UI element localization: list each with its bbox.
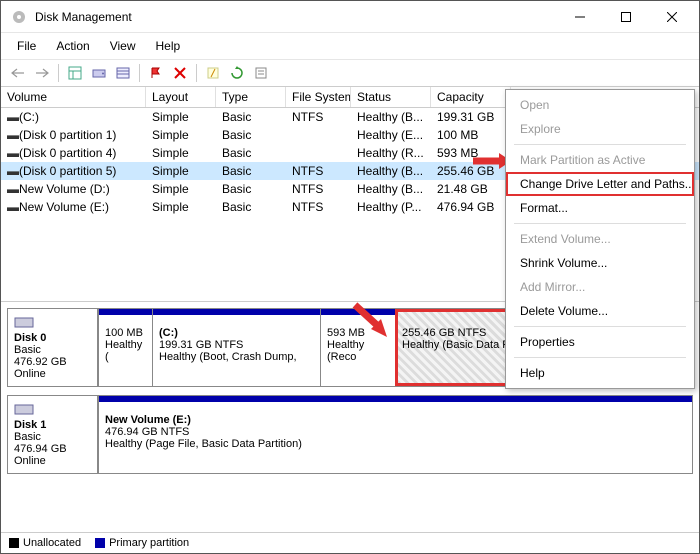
disk-row[interactable]: Disk 1Basic476.94 GBOnlineNew Volume (E:… — [7, 395, 693, 474]
cell: Simple — [146, 162, 216, 180]
minimize-button[interactable] — [557, 2, 603, 32]
toolbar-wizard-icon[interactable] — [202, 62, 224, 84]
cell: ▬(Disk 0 partition 4) — [1, 144, 146, 162]
ctx-format[interactable]: Format... — [506, 196, 694, 220]
cell: Simple — [146, 126, 216, 144]
back-button[interactable] — [7, 62, 29, 84]
cell: Basic — [216, 198, 286, 216]
window-title: Disk Management — [35, 10, 557, 24]
toolbar-properties-icon[interactable] — [250, 62, 272, 84]
toolbar-drive-icon[interactable] — [88, 62, 110, 84]
cell: Healthy (B... — [351, 180, 431, 198]
context-menu: Open Explore Mark Partition as Active Ch… — [505, 89, 695, 389]
cell: 255.46 GB — [431, 162, 511, 180]
cell: ▬(Disk 0 partition 5) — [1, 162, 146, 180]
toolbar-flag-icon[interactable] — [145, 62, 167, 84]
cell: ▬New Volume (E:) — [1, 198, 146, 216]
ctx-properties[interactable]: Properties — [506, 330, 694, 354]
disk-info: Disk 1Basic476.94 GBOnline — [8, 396, 98, 473]
cell: Basic — [216, 126, 286, 144]
cell: ▬(C:) — [1, 108, 146, 126]
app-icon — [11, 9, 27, 25]
toolbar — [1, 60, 699, 87]
col-type[interactable]: Type — [216, 87, 286, 107]
col-status[interactable]: Status — [351, 87, 431, 107]
disk-info: Disk 0Basic476.92 GBOnline — [8, 309, 98, 386]
forward-button[interactable] — [31, 62, 53, 84]
cell: Healthy (B... — [351, 162, 431, 180]
cell: ▬(Disk 0 partition 1) — [1, 126, 146, 144]
legend: Unallocated Primary partition — [1, 532, 699, 553]
cell: Basic — [216, 108, 286, 126]
col-capacity[interactable]: Capacity — [431, 87, 511, 107]
cell: Simple — [146, 144, 216, 162]
ctx-shrink[interactable]: Shrink Volume... — [506, 251, 694, 275]
toolbar-delete-icon[interactable] — [169, 62, 191, 84]
cell: Simple — [146, 108, 216, 126]
toolbar-list-icon[interactable] — [112, 62, 134, 84]
cell: 21.48 GB — [431, 180, 511, 198]
cell: Basic — [216, 144, 286, 162]
cell: ▬New Volume (D:) — [1, 180, 146, 198]
col-volume[interactable]: Volume — [1, 87, 146, 107]
window: Disk Management File Action View Help Vo… — [0, 0, 700, 554]
ctx-extend[interactable]: Extend Volume... — [506, 227, 694, 251]
menu-view[interactable]: View — [100, 35, 146, 57]
maximize-button[interactable] — [603, 2, 649, 32]
cell — [286, 126, 351, 144]
cell: NTFS — [286, 180, 351, 198]
titlebar: Disk Management — [1, 1, 699, 33]
cell: 100 MB — [431, 126, 511, 144]
cell: Simple — [146, 180, 216, 198]
cell: Healthy (P... — [351, 198, 431, 216]
partition[interactable]: New Volume (E:)476.94 GB NTFSHealthy (Pa… — [98, 396, 692, 473]
cell: 476.94 GB — [431, 198, 511, 216]
menubar: File Action View Help — [1, 33, 699, 60]
window-controls — [557, 2, 695, 32]
cell: Basic — [216, 162, 286, 180]
ctx-delete[interactable]: Delete Volume... — [506, 299, 694, 323]
ctx-open[interactable]: Open — [506, 93, 694, 117]
cell: NTFS — [286, 108, 351, 126]
ctx-change-letter[interactable]: Change Drive Letter and Paths... — [506, 172, 694, 196]
cell: Basic — [216, 180, 286, 198]
ctx-add-mirror[interactable]: Add Mirror... — [506, 275, 694, 299]
legend-primary: Primary partition — [109, 537, 189, 549]
cell: Simple — [146, 198, 216, 216]
partition[interactable]: 100 MBHealthy ( — [98, 309, 152, 386]
disk-partitions: New Volume (E:)476.94 GB NTFSHealthy (Pa… — [98, 396, 692, 473]
cell: 593 MB — [431, 144, 511, 162]
ctx-explore[interactable]: Explore — [506, 117, 694, 141]
toolbar-layout-icon[interactable] — [64, 62, 86, 84]
cell — [286, 144, 351, 162]
cell: NTFS — [286, 198, 351, 216]
partition[interactable]: (C:)199.31 GB NTFSHealthy (Boot, Crash D… — [152, 309, 320, 386]
cell: NTFS — [286, 162, 351, 180]
col-fs[interactable]: File System — [286, 87, 351, 107]
cell: Healthy (B... — [351, 108, 431, 126]
menu-help[interactable]: Help — [146, 35, 191, 57]
menu-action[interactable]: Action — [46, 35, 99, 57]
col-layout[interactable]: Layout — [146, 87, 216, 107]
cell: Healthy (E... — [351, 126, 431, 144]
menu-file[interactable]: File — [7, 35, 46, 57]
toolbar-refresh-icon[interactable] — [226, 62, 248, 84]
partition[interactable]: 593 MBHealthy (Reco — [320, 309, 395, 386]
cell: Healthy (R... — [351, 144, 431, 162]
legend-unallocated: Unallocated — [23, 537, 81, 549]
ctx-help[interactable]: Help — [506, 361, 694, 385]
cell: 199.31 GB — [431, 108, 511, 126]
close-button[interactable] — [649, 2, 695, 32]
ctx-mark-active[interactable]: Mark Partition as Active — [506, 148, 694, 172]
